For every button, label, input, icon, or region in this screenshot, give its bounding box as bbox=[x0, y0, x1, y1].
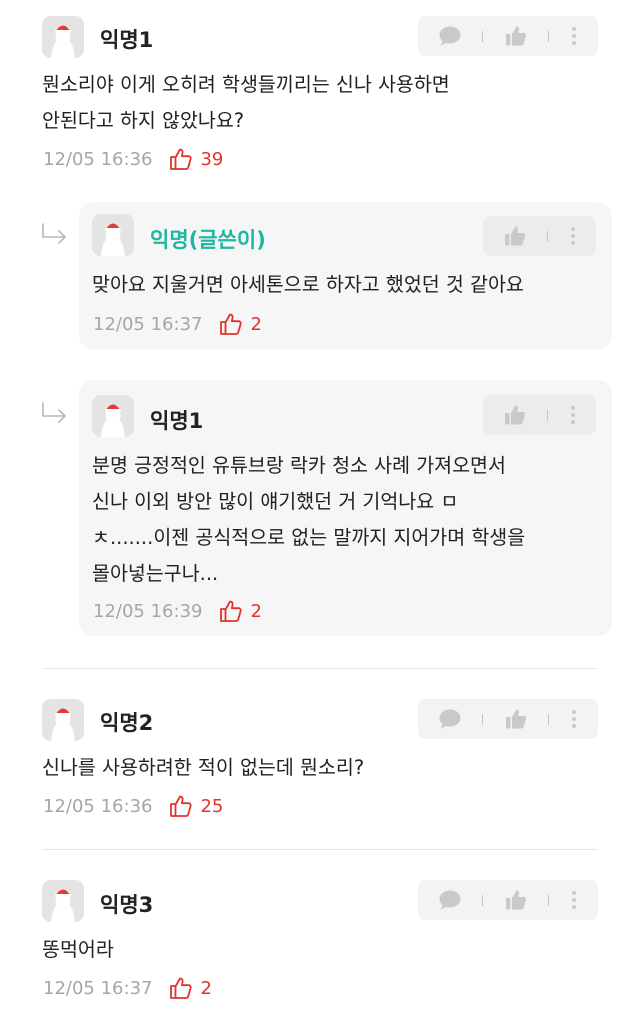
writer-nickname: 익명(글쓴이) bbox=[150, 228, 266, 252]
more-button[interactable] bbox=[555, 216, 591, 256]
vote-button[interactable] bbox=[492, 880, 540, 920]
comment-meta: 12/05 16:36 25 bbox=[43, 793, 223, 819]
thumbs-up-outline-icon[interactable] bbox=[219, 599, 243, 623]
comment-nickname: 익명2 bbox=[100, 711, 154, 735]
like-count: 2 bbox=[250, 600, 262, 622]
vote-button[interactable] bbox=[491, 395, 539, 435]
avatar bbox=[42, 880, 84, 922]
like-count: 39 bbox=[200, 148, 224, 170]
more-vertical-icon bbox=[571, 227, 575, 245]
thumbs-up-icon bbox=[505, 405, 526, 425]
comment-text-line: 신나 이외 방안 많이 얘기했던 거 기억나요 ㅁ bbox=[92, 490, 459, 513]
vote-button[interactable] bbox=[491, 216, 539, 256]
action-separator bbox=[482, 31, 483, 42]
comment-text-line: ㅊ.......이젠 공식적으로 없는 말까지 지어가며 학생을 bbox=[92, 526, 526, 549]
reply-button[interactable] bbox=[426, 699, 474, 739]
vote-button[interactable] bbox=[492, 16, 540, 56]
reply-button[interactable] bbox=[426, 880, 474, 920]
more-vertical-icon bbox=[572, 27, 576, 45]
more-vertical-icon bbox=[572, 891, 576, 909]
vote-button[interactable] bbox=[492, 699, 540, 739]
thumbs-up-outline-icon[interactable] bbox=[169, 794, 193, 818]
avatar bbox=[42, 699, 84, 741]
speech-bubble-icon bbox=[439, 709, 461, 729]
comment-meta: 12/05 16:39 2 bbox=[93, 598, 262, 624]
comment-timestamp: 12/05 16:37 bbox=[93, 313, 203, 335]
thumbs-up-outline-icon[interactable] bbox=[169, 147, 193, 171]
thumbs-up-icon bbox=[506, 26, 527, 46]
thumbs-up-outline-icon[interactable] bbox=[219, 312, 243, 336]
action-separator bbox=[548, 31, 549, 42]
action-separator bbox=[482, 895, 483, 906]
more-button[interactable] bbox=[556, 16, 592, 56]
avatar bbox=[42, 16, 84, 58]
comment-item: 익명1 뭔소리야 이게 오히려 학생들끼리는 신나 사용하면 안된다고 하지 않… bbox=[0, 0, 640, 200]
avatar bbox=[92, 214, 134, 256]
more-button[interactable] bbox=[556, 880, 592, 920]
comment-actions bbox=[418, 699, 598, 739]
comment-text-line: 뭔소리야 이게 오히려 학생들끼리는 신나 사용하면 bbox=[42, 73, 450, 96]
thumbs-up-icon bbox=[505, 226, 526, 246]
comment-item: 익명3 똥먹어라 12/05 16:37 2 bbox=[0, 850, 640, 1013]
more-vertical-icon bbox=[572, 710, 576, 728]
comment-timestamp: 12/05 16:37 bbox=[43, 977, 153, 999]
like-count: 2 bbox=[250, 313, 262, 335]
more-vertical-icon bbox=[571, 406, 575, 424]
speech-bubble-icon bbox=[439, 890, 461, 910]
reply-arrow-icon bbox=[40, 401, 70, 425]
comment-item: 익명2 신나를 사용하려한 적이 없는데 뭔소리? 12/05 16:36 25 bbox=[0, 669, 640, 849]
comment-actions bbox=[418, 16, 598, 56]
comment-actions bbox=[418, 880, 598, 920]
more-button[interactable] bbox=[556, 699, 592, 739]
comment-timestamp: 12/05 16:36 bbox=[43, 148, 153, 170]
thumbs-up-icon bbox=[506, 890, 527, 910]
reply-item: 익명1 분명 긍정적인 유튜브랑 락카 청소 사례 가져오면서 신나 이외 방안… bbox=[79, 380, 612, 636]
comment-meta: 12/05 16:37 2 bbox=[93, 311, 262, 337]
comment-text-line: 분명 긍정적인 유튜브랑 락카 청소 사례 가져오면서 bbox=[92, 454, 506, 477]
comment-text-line: 몰아넣는구나... bbox=[92, 562, 219, 585]
comment-meta: 12/05 16:37 2 bbox=[43, 975, 212, 1001]
comment-timestamp: 12/05 16:39 bbox=[93, 600, 203, 622]
comment-text-line: 똥먹어라 bbox=[42, 938, 114, 961]
comment-meta: 12/05 16:36 39 bbox=[43, 146, 223, 172]
comment-text-line: 맞아요 지울거면 아세톤으로 하자고 했었던 것 같아요 bbox=[92, 273, 524, 296]
action-separator bbox=[547, 410, 548, 421]
comment-text-line: 안된다고 하지 않았나요? bbox=[42, 109, 245, 132]
action-separator bbox=[548, 714, 549, 725]
like-count: 2 bbox=[200, 977, 212, 999]
like-count: 25 bbox=[200, 795, 224, 817]
comment-timestamp: 12/05 16:36 bbox=[43, 795, 153, 817]
reply-button[interactable] bbox=[426, 16, 474, 56]
reply-arrow-icon bbox=[40, 222, 70, 246]
reply-item: 익명(글쓴이) 맞아요 지울거면 아세톤으로 하자고 했었던 것 같아요 12/… bbox=[79, 202, 612, 349]
comment-nickname: 익명3 bbox=[100, 893, 154, 917]
action-separator bbox=[482, 714, 483, 725]
speech-bubble-icon bbox=[439, 26, 461, 46]
avatar bbox=[92, 395, 134, 437]
thumbs-up-outline-icon[interactable] bbox=[169, 976, 193, 1000]
action-separator bbox=[547, 231, 548, 242]
reply-actions bbox=[483, 216, 596, 256]
thumbs-up-icon bbox=[506, 709, 527, 729]
reply-actions bbox=[483, 395, 596, 435]
comment-nickname: 익명1 bbox=[100, 28, 154, 52]
more-button[interactable] bbox=[555, 395, 591, 435]
comment-nickname: 익명1 bbox=[150, 409, 204, 433]
comment-text-line: 신나를 사용하려한 적이 없는데 뭔소리? bbox=[42, 756, 365, 779]
action-separator bbox=[548, 895, 549, 906]
